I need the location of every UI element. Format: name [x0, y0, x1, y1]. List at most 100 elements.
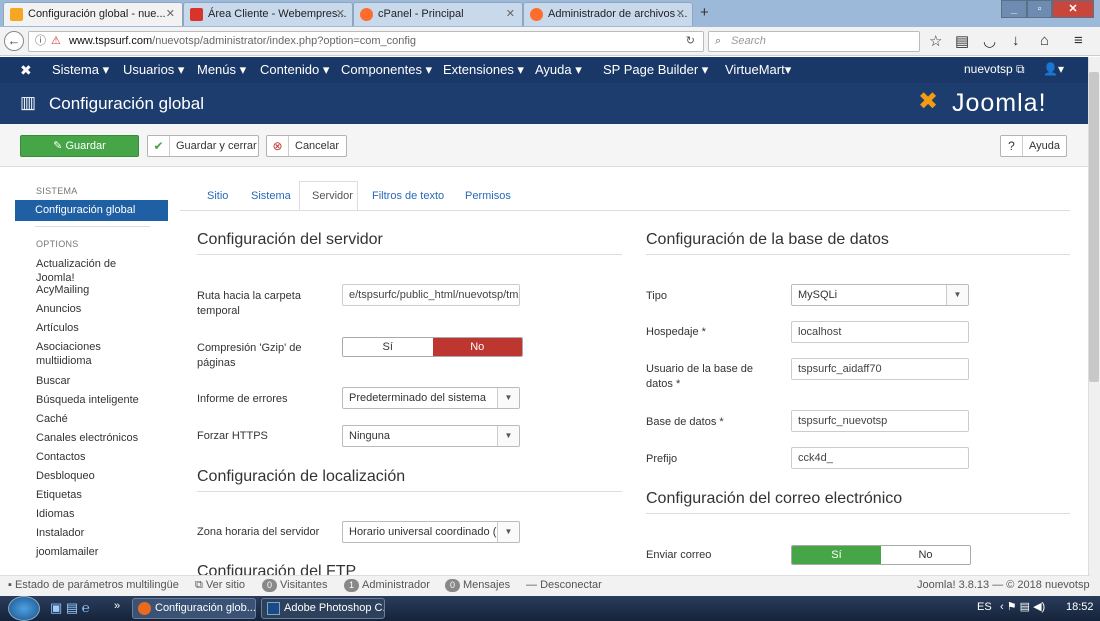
- https-select[interactable]: Ninguna ▼: [342, 425, 520, 447]
- back-arrow-icon[interactable]: ←: [4, 31, 24, 51]
- browser-tab-joomla[interactable]: Configuración global - nue... ✕: [3, 2, 183, 26]
- gzip-yes[interactable]: Sí: [343, 338, 433, 356]
- download-icon[interactable]: ↓: [1012, 32, 1020, 49]
- save-close-button[interactable]: ✔ Guardar y cerrar: [147, 135, 259, 157]
- db-type-label: Tipo: [646, 290, 667, 302]
- tab-servidor-active[interactable]: Servidor: [299, 181, 358, 211]
- errors-select[interactable]: Predeterminado del sistema ▼: [342, 387, 520, 409]
- home-icon[interactable]: ⌂: [1040, 32, 1049, 49]
- sidebar-option-item[interactable]: Canales electrónicos: [15, 429, 170, 448]
- cpanel-favicon-icon: [530, 8, 543, 21]
- sidebar-option-item[interactable]: Caché: [15, 410, 170, 429]
- cancel-label: Cancelar: [295, 140, 340, 152]
- visitors-link[interactable]: 0 Visitantes: [262, 579, 328, 592]
- url-domain: www.tspsurf.com: [69, 35, 153, 47]
- tab-sistema[interactable]: Sistema: [251, 190, 291, 202]
- overflow-chevron-icon[interactable]: »: [114, 600, 120, 612]
- browser-nav-bar: ← ⓘ ⚠ www.tspsurf.com/nuevotsp/administr…: [0, 27, 1100, 56]
- reload-icon[interactable]: ↻: [686, 32, 695, 51]
- help-button[interactable]: ? Ayuda: [1000, 135, 1067, 157]
- url-field[interactable]: ⓘ ⚠ www.tspsurf.com/nuevotsp/administrat…: [28, 31, 704, 52]
- view-site-link[interactable]: ⧉ Ver sitio: [195, 579, 245, 592]
- divider: [35, 226, 150, 227]
- menu-item-contenido[interactable]: Contenido ▾: [260, 62, 329, 78]
- sidebar: SISTEMA Configuración global OPTIONS Act…: [15, 178, 170, 562]
- taskbar-item-firefox[interactable]: Configuración glob...: [132, 598, 256, 619]
- send-mail-toggle[interactable]: Sí No: [791, 545, 971, 565]
- tab-label: Administrador de archivos ...: [548, 8, 688, 20]
- timezone-select[interactable]: Horario universal coordinado (... ▼: [342, 521, 520, 543]
- quick-launch-icon[interactable]: ▣ ▤ ℮: [50, 600, 90, 616]
- user-link[interactable]: nuevotsp ⧉: [964, 62, 1025, 77]
- sidebar-item-active[interactable]: Configuración global: [15, 200, 168, 221]
- menu-item-extensiones[interactable]: Extensiones ▾: [443, 62, 524, 78]
- tray-icons[interactable]: ‹ ⚑ ▤ ◀): [1000, 600, 1045, 613]
- start-button-icon[interactable]: [8, 596, 40, 621]
- help-label: Ayuda: [1029, 140, 1060, 152]
- menu-item-usuarios[interactable]: Usuarios ▾: [123, 62, 184, 78]
- sidebar-option-item[interactable]: Instalador: [15, 524, 170, 543]
- browser-tab-cliente[interactable]: Área Cliente - Webempres... ✕: [183, 2, 353, 26]
- bookmark-star-icon[interactable]: ☆: [929, 32, 942, 50]
- new-tab-icon[interactable]: +: [700, 4, 709, 21]
- menu-item-sp-page-builder[interactable]: SP Page Builder ▾: [603, 62, 708, 78]
- menu-item-ayuda[interactable]: Ayuda ▾: [535, 62, 582, 78]
- sidebar-option-item[interactable]: Idiomas: [15, 505, 170, 524]
- save-button[interactable]: ✎ Guardar: [20, 135, 139, 157]
- minimize-icon[interactable]: _: [1001, 0, 1027, 18]
- messages-link[interactable]: 0 Mensajes: [445, 579, 510, 592]
- close-window-icon[interactable]: ✕: [1052, 0, 1094, 18]
- browser-tab-archivos[interactable]: Administrador de archivos ... ✕: [523, 2, 693, 26]
- taskbar-label: Configuración glob...: [155, 602, 256, 614]
- menu-item-componentes[interactable]: Componentes ▾: [341, 62, 432, 78]
- sidebar-option-item[interactable]: Etiquetas: [15, 486, 170, 505]
- close-icon[interactable]: ✕: [336, 3, 345, 25]
- menu-icon[interactable]: ≡: [1074, 32, 1083, 49]
- reading-list-icon[interactable]: ▤: [955, 32, 969, 50]
- send-mail-yes[interactable]: Sí: [792, 546, 881, 564]
- menu-item-menus[interactable]: Menús ▾: [197, 62, 246, 78]
- sidebar-option-item[interactable]: AcyMailing: [15, 281, 170, 300]
- tmp-path-input[interactable]: e/tspsurfc/public_html/nuevotsp/tmp: [342, 284, 520, 306]
- db-user-input[interactable]: tspsurfc_aidaff70: [791, 358, 969, 380]
- scrollbar-thumb[interactable]: [1089, 72, 1099, 382]
- language-indicator[interactable]: ES: [977, 601, 992, 613]
- multilang-status-link[interactable]: ▪ Estado de parámetros multilingüe: [8, 579, 179, 591]
- user-menu-icon[interactable]: 👤▾: [1043, 62, 1064, 76]
- logout-link[interactable]: — Desconectar: [526, 579, 602, 591]
- sidebar-option-item[interactable]: Actualización de Joomla!: [15, 255, 135, 284]
- tab-filtros[interactable]: Filtros de texto: [372, 190, 444, 202]
- clock: 18:52: [1066, 601, 1094, 613]
- close-icon[interactable]: ✕: [676, 3, 685, 25]
- pocket-icon[interactable]: ◡: [983, 32, 996, 50]
- sidebar-option-item[interactable]: Buscar: [15, 372, 170, 391]
- db-prefix-input[interactable]: cck4d_: [791, 447, 969, 469]
- sidebar-option-item[interactable]: Búsqueda inteligente: [15, 391, 170, 410]
- taskbar-item-photoshop[interactable]: Adobe Photoshop C...: [261, 598, 385, 619]
- sidebar-option-item[interactable]: Artículos: [15, 319, 170, 338]
- db-type-select[interactable]: MySQLi ▼: [791, 284, 969, 306]
- db-name-input[interactable]: tspsurfc_nuevotsp: [791, 410, 969, 432]
- gzip-no[interactable]: No: [432, 338, 522, 356]
- tab-sitio[interactable]: Sitio: [207, 190, 228, 202]
- admin-link[interactable]: 1 Administrador: [344, 579, 430, 592]
- close-icon[interactable]: ✕: [506, 3, 515, 25]
- close-icon[interactable]: ✕: [166, 3, 175, 25]
- browser-tab-cpanel[interactable]: cPanel - Principal ✕: [353, 2, 523, 26]
- sidebar-option-item[interactable]: joomlamailer: [15, 543, 170, 562]
- joomla-logo-icon[interactable]: ✖: [20, 62, 32, 79]
- menu-item-sistema[interactable]: Sistema ▾: [52, 62, 109, 78]
- tab-permisos[interactable]: Permisos: [465, 190, 511, 202]
- sidebar-option-item[interactable]: Asociaciones multiidioma: [15, 338, 135, 372]
- menu-item-virtuemart[interactable]: VirtueMart▾: [725, 62, 791, 78]
- sidebar-option-item[interactable]: Desbloqueo: [15, 467, 170, 486]
- maximize-icon[interactable]: ▫: [1027, 0, 1052, 18]
- send-mail-no[interactable]: No: [881, 546, 970, 564]
- sidebar-option-item[interactable]: Contactos: [15, 448, 170, 467]
- sidebar-option-item[interactable]: Anuncios: [15, 300, 170, 319]
- cancel-button[interactable]: ⊗ Cancelar: [266, 135, 347, 157]
- gzip-toggle[interactable]: Sí No: [342, 337, 523, 357]
- search-input[interactable]: ⌕ Search: [708, 31, 920, 52]
- browser-tab-bar: Configuración global - nue... ✕ Área Cli…: [0, 0, 1100, 27]
- db-host-input[interactable]: localhost: [791, 321, 969, 343]
